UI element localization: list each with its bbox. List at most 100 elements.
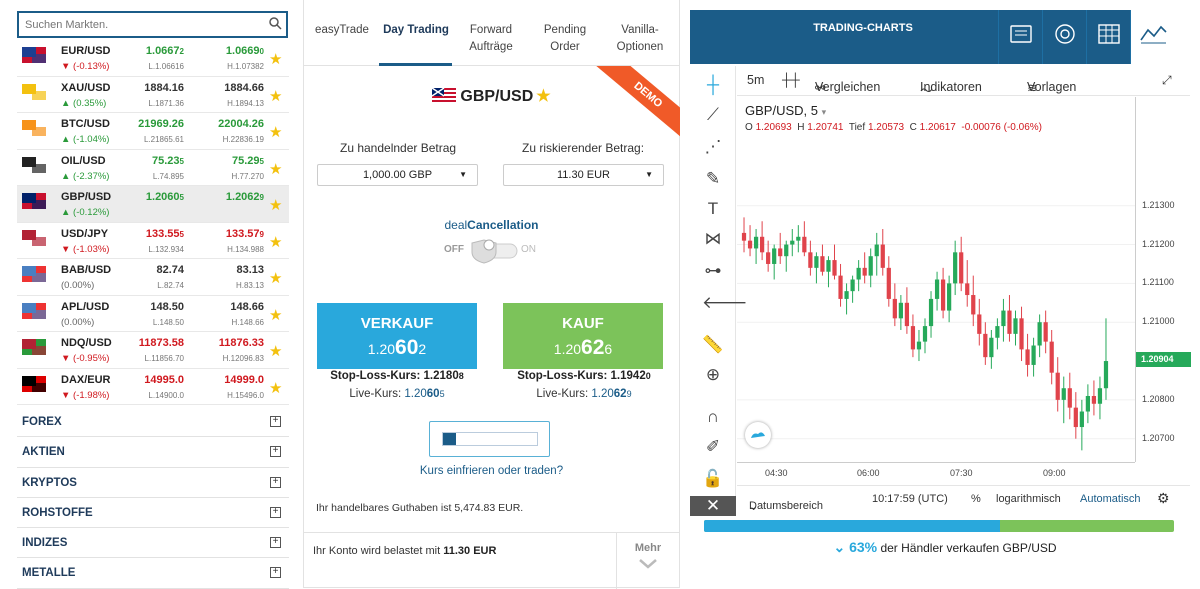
toggle-switch-icon[interactable] (469, 238, 519, 264)
instrument-change: ▼ (-0.95%) (61, 353, 109, 364)
instrument-row[interactable]: OIL/USD▲ (-2.37%)75.235L.74.89575.295H.7… (17, 150, 289, 187)
tab-vanilla-options[interactable]: Vanilla-Optionen (608, 22, 672, 56)
percent-toggle[interactable]: % (971, 493, 981, 505)
favorite-star-icon[interactable]: ★ (269, 196, 282, 214)
trend-line-icon[interactable]: ⟋ (702, 104, 724, 126)
instrument-row[interactable]: GBP/USD▲ (-0.12%)1.206051.20629★ (17, 186, 289, 223)
fullscreen-icon[interactable]: ⤢ (1162, 73, 1172, 88)
auto-scale-toggle[interactable]: Automatisch (1080, 493, 1141, 505)
amount-dropdown[interactable]: 1,000.00 GBP▼ (317, 164, 478, 186)
brush-icon[interactable]: ✎ (702, 168, 724, 190)
instrument-row[interactable]: BAB/USD(0.00%)82.74L.82.7483.13H.83.13★ (17, 259, 289, 296)
ruler-icon[interactable]: 📏 (702, 334, 724, 356)
instrument-flag-icon (22, 84, 46, 100)
close-tools-icon[interactable]: ✕ (690, 496, 736, 516)
category-item[interactable]: FOREX+ (17, 407, 289, 437)
candle-body (760, 237, 764, 253)
category-item[interactable]: METALLE+ (17, 558, 289, 588)
magnet-icon[interactable]: ∩ (702, 406, 724, 428)
candle-body (778, 248, 782, 256)
candle-type-icon[interactable]: ┼┼ (782, 73, 800, 87)
sell-button[interactable]: VERKAUF 1.20602 (317, 303, 477, 369)
favorite-star-icon[interactable]: ★ (269, 123, 282, 141)
price-chart[interactable]: GBP/USD, 5 ▾ O 1.20693 H 1.20741 Tief 1.… (737, 97, 1190, 517)
search-input[interactable] (19, 13, 259, 36)
back-arrow-icon[interactable]: 🡐 (702, 292, 724, 314)
interval-selector[interactable]: 5m (747, 73, 764, 87)
favorite-star-icon[interactable]: ★ (536, 88, 550, 105)
candle-body (1038, 322, 1042, 345)
more-button[interactable]: Mehr (616, 533, 679, 589)
expand-plus-icon[interactable]: + (270, 446, 281, 457)
tradingview-logo-icon[interactable] (745, 422, 771, 448)
favorite-star-icon[interactable]: ★ (269, 342, 282, 360)
gear-icon[interactable]: ⚙ (1157, 490, 1170, 507)
freeze-rate-link[interactable]: Kurs einfrieren oder traden? (304, 465, 679, 477)
candle-body (1044, 322, 1048, 341)
lock-icon[interactable]: 🔓 (702, 468, 724, 490)
favorite-star-icon[interactable]: ★ (269, 306, 282, 324)
sentiment-sell-fill (704, 520, 1000, 532)
dropdown-icon[interactable]: ▾ (822, 107, 827, 117)
expand-plus-icon[interactable]: + (270, 477, 281, 488)
signal-icon[interactable] (1042, 10, 1086, 64)
instrument-row[interactable]: NDQ/USD▼ (-0.95%)11873.58L.11856.7011876… (17, 332, 289, 369)
category-item[interactable]: INDIZES+ (17, 528, 289, 558)
expand-plus-icon[interactable]: + (270, 507, 281, 518)
deal-cancellation-toggle[interactable]: OFF ON (444, 236, 544, 264)
instrument-row[interactable]: EUR/USD▼ (-0.13%)1.06672L.1.066161.06690… (17, 40, 289, 77)
candle-body (941, 280, 945, 311)
favorite-star-icon[interactable]: ★ (269, 50, 282, 68)
pattern-icon[interactable]: ⋈ (702, 228, 724, 250)
crosshair-icon[interactable]: ┼ (702, 74, 724, 96)
lock-drawing-icon[interactable]: ✐ (702, 436, 724, 458)
tab-pending-order[interactable]: PendingOrder (532, 22, 598, 56)
instrument-row[interactable]: XAU/USD▲ (0.35%)1884.16L.1871.361884.66H… (17, 77, 289, 114)
zoom-in-icon[interactable]: ⊕ (702, 364, 724, 386)
instrument-row[interactable]: DAX/EUR▼ (-1.98%)14995.0L.14900.014999.0… (17, 369, 289, 406)
expand-plus-icon[interactable]: + (270, 567, 281, 578)
chart-line-icon[interactable] (1130, 10, 1174, 64)
low-price: L.1871.36 (122, 99, 184, 108)
instrument-row[interactable]: APL/USD(0.00%)148.50L.148.50148.66H.148.… (17, 296, 289, 333)
search-icon[interactable] (268, 16, 282, 30)
buy-button[interactable]: KAUF 1.20626 (503, 303, 663, 369)
high-price: H.148.66 (197, 318, 264, 327)
buy-live-rate: Live-Kurs: 1.20629 (499, 388, 669, 400)
risk-dropdown[interactable]: 11.30 EUR▼ (503, 164, 664, 186)
calendar-icon[interactable] (1086, 10, 1130, 64)
news-icon[interactable] (998, 10, 1042, 64)
high-price: H.134.988 (197, 245, 264, 254)
instrument-symbol: APL/USD (61, 301, 109, 313)
tab-day-trading[interactable]: Day Trading (381, 22, 451, 39)
last-price-tag: 1.20904 (1136, 352, 1191, 367)
candle-body (947, 283, 951, 310)
tab-forward-orders[interactable]: ForwardAufträge (460, 22, 522, 56)
text-icon[interactable]: T (702, 198, 724, 220)
category-item[interactable]: AKTIEN+ (17, 437, 289, 467)
search-box[interactable] (17, 11, 288, 38)
clock-readout: 10:17:59 (UTC) (872, 493, 948, 505)
favorite-star-icon[interactable]: ★ (269, 269, 282, 287)
log-scale-toggle[interactable]: logarithmisch (996, 493, 1061, 505)
favorite-star-icon[interactable]: ★ (269, 233, 282, 251)
expand-plus-icon[interactable]: + (270, 537, 281, 548)
freeze-rate-control[interactable] (429, 421, 550, 457)
candle (857, 260, 861, 291)
instrument-row[interactable]: BTC/USD▲ (-1.04%)21969.26L.21865.6122004… (17, 113, 289, 150)
favorite-star-icon[interactable]: ★ (269, 160, 282, 178)
ask-price: 1884.66 (197, 82, 264, 94)
tab-easytrade[interactable]: easyTrade (314, 22, 370, 39)
instrument-row[interactable]: USD/JPY▼ (-1.03%)133.555L.132.934133.579… (17, 223, 289, 260)
instrument-symbol: OIL/USD (61, 155, 106, 167)
candle (1080, 400, 1084, 450)
category-item[interactable]: KRYPTOS+ (17, 468, 289, 498)
category-item[interactable]: ROHSTOFFE+ (17, 498, 289, 528)
fib-icon[interactable]: ⋰ (702, 136, 724, 158)
favorite-star-icon[interactable]: ★ (269, 87, 282, 105)
favorite-star-icon[interactable]: ★ (269, 379, 282, 397)
price-axis[interactable]: 1.213001.212001.211001.210001.208001.207… (1135, 97, 1190, 462)
instrument-symbol: BTC/USD (61, 118, 110, 130)
prediction-icon[interactable]: ⊶ (702, 260, 724, 282)
expand-plus-icon[interactable]: + (270, 416, 281, 427)
